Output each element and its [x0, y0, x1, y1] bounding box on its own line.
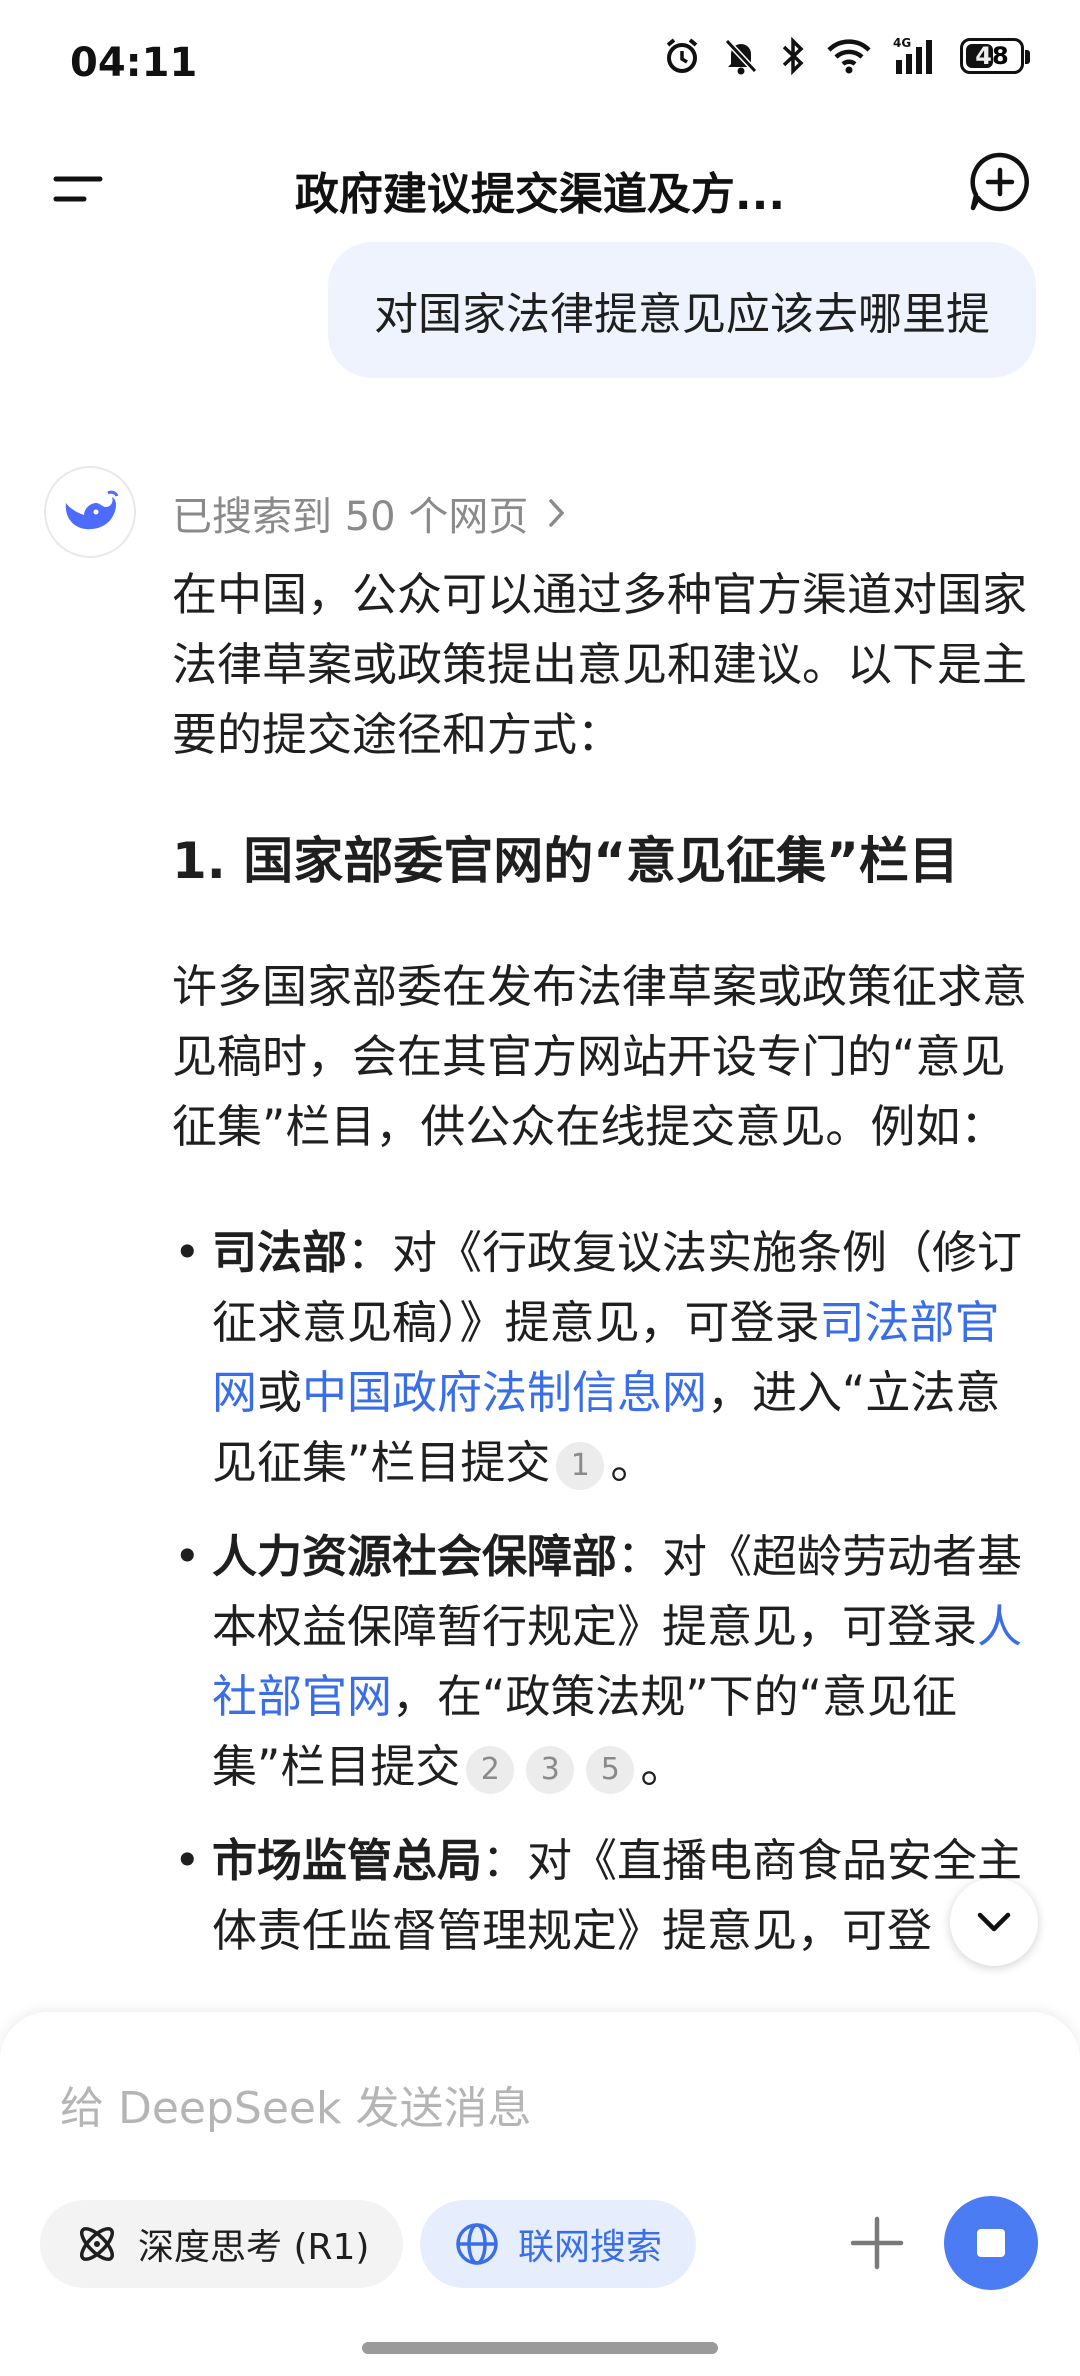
new-chat-button[interactable] [968, 150, 1032, 214]
stop-generation-button[interactable] [944, 2196, 1038, 2290]
globe-icon [456, 2223, 498, 2265]
list-item-ministry-of-justice: 司法部：对《行政复议法实施条例（修订征求意见稿）》提意见，可登录司法部官网或中国… [172, 1218, 1032, 1498]
message-input[interactable] [58, 2082, 922, 2135]
assistant-response: 在中国，公众可以通过多种官方渠道对国家法律草案或政策提出意见和建议。以下是主要的… [172, 560, 1032, 1990]
section-paragraph: 许多国家部委在发布法律草案或政策征求意见稿时，会在其官方网站开设专门的“意见征集… [172, 960, 1028, 1153]
deepseek-avatar [44, 466, 136, 558]
atom-icon [80, 2227, 114, 2261]
alarm-icon [666, 38, 698, 73]
chevron-down-icon [977, 1912, 1011, 1932]
search-results-toggle[interactable]: 已搜索到 50 个网页 [172, 484, 568, 542]
scroll-to-bottom-button[interactable] [950, 1878, 1038, 1966]
web-search-label: 联网搜索 [518, 2227, 663, 2268]
bluetooth-icon [782, 36, 804, 76]
status-bar: 04:11 4G 48 [0, 0, 1080, 120]
search-summary: 已搜索到 50 个网页 [172, 494, 529, 540]
chat-title[interactable]: 政府建议提交渠道及方... [0, 158, 1080, 222]
citation-badge[interactable]: 3 [526, 1746, 575, 1794]
chat-header: 政府建议提交渠道及方... [0, 140, 1080, 240]
svg-text:4G: 4G [893, 36, 911, 50]
deep-think-toggle[interactable]: 深度思考 (R1) [40, 2200, 404, 2288]
chevron-right-icon [549, 499, 565, 527]
wifi-icon [827, 39, 871, 74]
link-china-legal-info-website[interactable]: 中国政府法制信息网 [302, 1366, 707, 1419]
ministry-list: 司法部：对《行政复议法实施条例（修订征求意见稿）》提意见，可登录司法部官网或中国… [172, 1218, 1032, 1966]
add-attachment-button[interactable] [842, 2208, 912, 2278]
citation-badge[interactable]: 1 [556, 1442, 605, 1490]
section-heading: 1. 国家部委官网的“意见征集”栏目 [172, 832, 959, 890]
user-message-bubble[interactable]: 对国家法律提意见应该去哪里提 [328, 242, 1036, 378]
home-indicator[interactable] [362, 2342, 718, 2354]
status-time: 04:11 [70, 40, 198, 86]
composer-panel: 深度思考 (R1) 联网搜索 [0, 2012, 1080, 2376]
bell-muted-icon [724, 38, 758, 75]
signal-4g-icon: 4G [892, 36, 932, 74]
stop-icon [977, 2229, 1005, 2257]
citation-badge[interactable]: 5 [586, 1746, 635, 1794]
battery-icon: 48 [960, 38, 1030, 74]
whale-logo-icon [65, 490, 119, 530]
list-item-mohrss: 人力资源社会保障部：对《超龄劳动者基本权益保障暂行规定》提意见，可登录人社部官网… [172, 1522, 1032, 1802]
response-intro: 在中国，公众可以通过多种官方渠道对国家法律草案或政策提出意见和建议。以下是主要的… [172, 568, 1028, 761]
status-icons: 4G 48 [662, 36, 1030, 76]
citation-badge[interactable]: 2 [466, 1746, 515, 1794]
plus-circle-icon [970, 152, 1029, 212]
deep-think-label: 深度思考 (R1) [138, 2227, 370, 2268]
plus-icon [850, 2216, 904, 2270]
list-item-samr: 市场监管总局：对《直播电商食品安全主体责任监督管理规定》提意见，可登 [172, 1826, 1032, 1966]
web-search-toggle[interactable]: 联网搜索 [420, 2200, 697, 2288]
